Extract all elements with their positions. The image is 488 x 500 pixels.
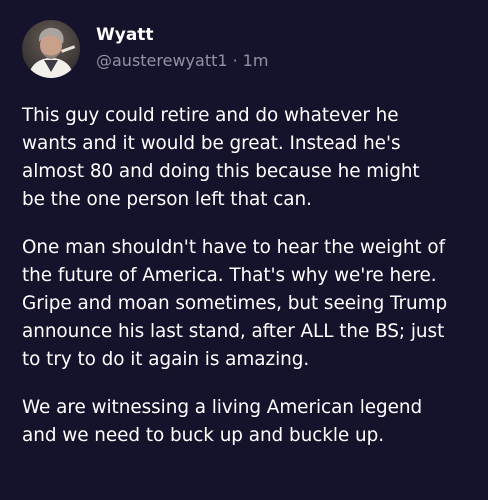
- post-header: Wyatt @austerewyatt1 · 1m: [22, 20, 268, 82]
- post-paragraph: One man shouldn't have to hear the weigh…: [22, 237, 448, 370]
- author-info: Wyatt @austerewyatt1 · 1m: [96, 20, 268, 72]
- user-avatar-photo-icon: [22, 20, 80, 78]
- meta-separator: ·: [232, 51, 238, 70]
- author-handle[interactable]: @austerewyatt1: [96, 51, 228, 70]
- post-paragraph: This guy could retire and do whatever he…: [22, 105, 420, 210]
- post-card: Wyatt @austerewyatt1 · 1m This guy could r…: [0, 0, 488, 500]
- post-timestamp[interactable]: 1m: [243, 51, 269, 70]
- post-body: This guy could retire and do whatever he…: [22, 102, 470, 470]
- post-paragraph: We are witnessing a living American lege…: [22, 397, 423, 446]
- avatar[interactable]: [22, 20, 80, 78]
- author-meta: @austerewyatt1 · 1m: [96, 50, 268, 72]
- author-display-name[interactable]: Wyatt: [96, 24, 268, 46]
